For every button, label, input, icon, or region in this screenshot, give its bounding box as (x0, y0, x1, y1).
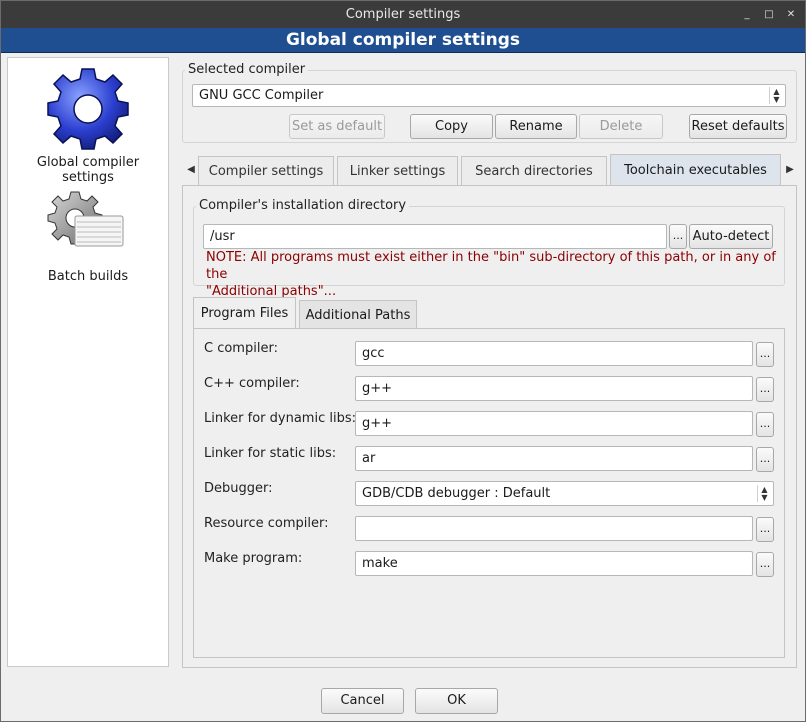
copy-button[interactable]: Copy (410, 114, 493, 139)
sidebar-item-batch-builds[interactable]: Batch builds (8, 190, 168, 285)
gear-icon (47, 68, 129, 150)
sidebar-item-global-compiler-settings[interactable]: Global compiler settings (8, 64, 168, 186)
install-dir-label: Compiler's installation directory (196, 198, 410, 213)
tab-scroll-right-icon[interactable]: ▶ (784, 161, 796, 179)
cpp-compiler-input[interactable]: g++ (355, 376, 753, 401)
resource-compiler-label: Resource compiler: (204, 516, 329, 531)
linker-dynamic-browse-button[interactable]: ... (756, 412, 774, 437)
install-note-line1: NOTE: All programs must exist either in … (206, 250, 776, 282)
debugger-select[interactable]: GDB/CDB debugger : Default ▲ ▼ (355, 481, 774, 506)
tab-compiler-settings[interactable]: Compiler settings (198, 156, 334, 186)
tab-scroll-left-icon[interactable]: ◀ (185, 161, 197, 179)
spinner-arrows-icon: ▲ ▼ (769, 87, 783, 104)
resource-compiler-browse-button[interactable]: ... (756, 517, 774, 542)
rename-button[interactable]: Rename (495, 114, 577, 139)
compiler-select-value: GNU GCC Compiler (199, 88, 324, 103)
tab-toolchain-executables[interactable]: Toolchain executables (610, 154, 781, 185)
ok-button[interactable]: OK (415, 688, 498, 714)
linker-static-input[interactable]: ar (355, 446, 753, 471)
make-program-input[interactable]: make (355, 551, 753, 576)
title-bar[interactable]: Compiler settings _ □ ✕ (1, 1, 805, 28)
tab-additional-paths[interactable]: Additional Paths (299, 300, 417, 330)
c-compiler-input[interactable]: gcc (355, 341, 753, 366)
make-program-label: Make program: (204, 551, 303, 566)
cancel-button[interactable]: Cancel (321, 688, 404, 714)
install-dir-browse-button[interactable]: ... (669, 224, 687, 249)
debugger-label: Debugger: (204, 481, 273, 496)
delete-button[interactable]: Delete (579, 114, 663, 139)
close-icon[interactable]: ✕ (785, 9, 797, 21)
install-note: NOTE: All programs must exist either in … (206, 249, 776, 300)
c-compiler-label: C compiler: (204, 341, 278, 356)
tab-program-files[interactable]: Program Files (193, 297, 296, 329)
maximize-icon[interactable]: □ (763, 9, 775, 21)
sidebar-item-label: Batch builds (47, 269, 129, 284)
make-program-browse-button[interactable]: ... (756, 552, 774, 577)
tab-linker-settings[interactable]: Linker settings (337, 156, 458, 186)
linker-static-browse-button[interactable]: ... (756, 447, 774, 472)
window-controls: _ □ ✕ (741, 1, 797, 28)
linker-dynamic-label: Linker for dynamic libs: (204, 411, 356, 426)
tab-search-directories[interactable]: Search directories (461, 156, 607, 186)
batch-gear-icon (47, 191, 124, 247)
sidebar-item-label: Global compiler settings (8, 154, 168, 186)
debugger-select-value: GDB/CDB debugger : Default (362, 486, 551, 501)
compiler-select[interactable]: GNU GCC Compiler ▲ ▼ (192, 84, 786, 107)
page-title: Global compiler settings (1, 28, 805, 53)
compiler-settings-window: Compiler settings _ □ ✕ Global compiler … (0, 0, 806, 722)
linker-static-label: Linker for static libs: (204, 446, 337, 461)
resource-compiler-input[interactable] (355, 516, 753, 541)
set-as-default-button[interactable]: Set as default (289, 114, 385, 139)
minimize-icon[interactable]: _ (741, 9, 753, 21)
reset-defaults-button[interactable]: Reset defaults (689, 114, 787, 139)
auto-detect-button[interactable]: Auto-detect (689, 224, 773, 249)
window-title: Compiler settings (345, 7, 461, 22)
install-dir-input[interactable]: /usr (203, 224, 667, 249)
selected-compiler-label: Selected compiler (185, 62, 309, 77)
cpp-compiler-browse-button[interactable]: ... (756, 377, 774, 402)
cpp-compiler-label: C++ compiler: (204, 376, 300, 391)
sidebar: Global compiler settings Batch builds (7, 57, 169, 667)
spinner-arrows-icon: ▲ ▼ (757, 485, 771, 502)
linker-dynamic-input[interactable]: g++ (355, 411, 753, 436)
c-compiler-browse-button[interactable]: ... (756, 342, 774, 367)
